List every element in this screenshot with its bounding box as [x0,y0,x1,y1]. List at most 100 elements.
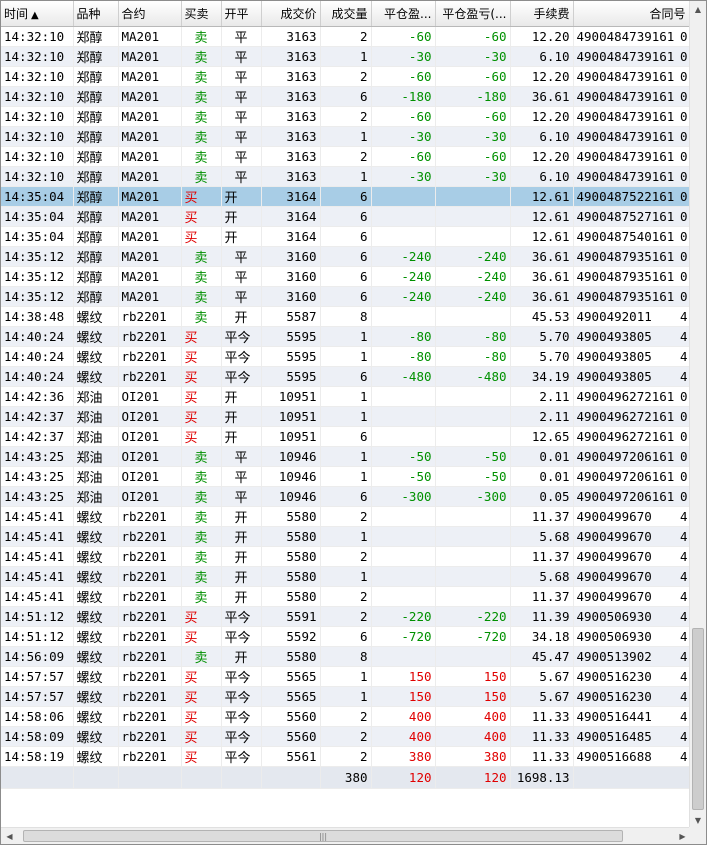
table-row[interactable]: 14:45:41 螺纹 rb2201 卖 开 5580 1 5.68 4900499670 4 [1,526,690,547]
cell-fee-value: 11.33 [531,748,570,764]
table-row[interactable]: 14:43:25 郑油 OI201 卖平 10946 6 -300 -300 0.05 49004… [1,486,690,507]
col-header-volume[interactable]: 成交量 [320,1,372,27]
col-header-product[interactable]: 品种 [73,1,119,27]
table-row[interactable]: 14:57:57 螺纹 rb2201 买平今 5565 1 150 150 5.67 490051… [1,666,690,687]
cell-volume: 1 [320,466,372,487]
table-row[interactable]: 14:35:12 郑醇 MA201 卖平 3160 6 -240 -240 36.61 49004… [1,266,690,287]
table-row[interactable]: 14:42:37 郑油 OI201 买开 10951 6 12.65 490049627216… [1,426,690,447]
cell-close-pnl2: -300 [435,486,511,507]
cell-close-pnl2 [435,186,511,207]
cell-price: 5591 [261,606,321,627]
cell-price-value: 3164 [286,208,317,224]
table-row[interactable]: 14:43:25 郑油 OI201 卖平 10946 1 -50 -50 0.01 4900497… [1,446,690,467]
col-header-offset[interactable]: 开平 [221,1,262,27]
horizontal-scrollbar[interactable]: ◀ ||| ▶ [1,827,691,844]
cell-time-value: 14:45:41 [4,568,65,584]
cell-price-value: 3163 [286,168,317,184]
cell-extra-value: 4 [679,668,688,684]
cell-direction: 卖 [181,146,222,167]
table-row[interactable]: 14:35:12 郑醇 MA201 卖平 3160 6 -240 -240 36.61 49004… [1,286,690,307]
table-row[interactable]: 14:45:41 螺纹 rb2201 卖 开 5580 1 5.68 4900499670 4 [1,566,690,587]
cell-time-value: 14:32:10 [4,88,65,104]
table-row[interactable]: 14:43:25 郑油 OI201 卖平 10946 1 -50 -50 0.01 4900497… [1,466,690,487]
table-row[interactable]: 14:35:04 郑醇 MA201 买开 3164 6 12.61 4900487527161… [1,206,690,227]
col-header-offset-label: 开平 [224,6,249,21]
scroll-up-button[interactable]: ▲ [690,1,706,18]
cell-time-value: 14:35:12 [4,288,65,304]
col-header-price[interactable]: 成交价 [261,1,321,27]
cell-direction-value: 卖 [194,590,208,606]
table-row[interactable]: 14:51:12 螺纹 rb2201 买平今 5591 2 -220 -220 11.39 490… [1,606,690,627]
table-row[interactable]: 14:45:41 螺纹 rb2201 卖 开 5580 2 11.37 4900499670 4 [1,506,690,527]
cell-fee: 2.11 [510,406,574,427]
cell-offset: 开 [221,406,262,427]
cell-extra-value: 4 [679,728,688,744]
cell-volume: 1 [320,326,372,347]
table-row[interactable]: 14:58:09 螺纹 rb2201 买平今 5560 2 400 400 11.33 49005… [1,726,690,747]
cell-contract-no: 4900487935161 0 [573,266,690,287]
cell-time: 14:57:57 [1,666,74,687]
cell-product: 郑醇 [73,246,119,267]
col-header-close-pnl[interactable]: 平仓盈... [371,1,436,27]
table-row[interactable]: 14:45:41 螺纹 rb2201 卖 开 5580 2 11.37 4900499670 4 [1,546,690,567]
col-header-fee[interactable]: 手续费 [510,1,574,27]
scroll-left-button[interactable]: ◀ [1,828,18,844]
table-row[interactable]: 14:32:10 郑醇 MA201 卖平 3163 6 -180 -180 36.61 49004… [1,86,690,107]
cell-extra-value: 0 [679,188,688,204]
table-row[interactable]: 14:32:10 郑醇 MA201 卖平 3163 2 -60 -60 12.20 4900484… [1,26,690,47]
cell-contract: rb2201 [118,706,182,727]
table-row[interactable]: 14:40:24 螺纹 rb2201 买平今 5595 1 -80 -80 5.70 490049… [1,346,690,367]
col-header-close-pnl-2[interactable]: 平仓盈亏(... [435,1,511,27]
cell-offset: 开 [221,426,262,447]
cell-contract-no: 4900487527161 0 [573,206,690,227]
table-row[interactable]: 14:45:41 螺纹 rb2201 卖 开 5580 2 11.37 4900499670 4 [1,586,690,607]
table-row[interactable]: 14:56:09 螺纹 rb2201 卖 开 5580 8 45.47 4900513902 4 [1,646,690,667]
table-row[interactable]: 14:32:10 郑醇 MA201 卖平 3163 1 -30 -30 6.10 49004847… [1,166,690,187]
horizontal-scroll-thumb[interactable]: ||| [23,830,623,842]
cell-contract-value: rb2201 [121,728,167,744]
table-row[interactable]: 14:42:37 郑油 OI201 买开 10951 1 2.11 4900496272161… [1,406,690,427]
cell-volume-value: 6 [359,268,368,284]
cell-time: 14:45:41 [1,506,74,527]
cell-contract-no: 4900487522161 0 [573,186,690,207]
cell-product: 螺纹 [73,586,119,607]
cell-contract-no-value: 4900487935161 [576,248,675,264]
col-header-fee-label: 手续费 [533,6,570,21]
table-row[interactable]: 14:57:57 螺纹 rb2201 买平今 5565 1 150 150 5.67 490051… [1,686,690,707]
cell-direction-value: 买 [184,330,198,346]
cell-contract-no-value: 4900492011 [576,308,652,324]
table-row[interactable]: 14:58:19 螺纹 rb2201 买平今 5561 2 380 380 11.33 49005… [1,746,690,767]
triangle-left-icon: ◀ [6,831,13,841]
cell-offset-value: 平 [234,110,248,126]
table-row[interactable]: 14:42:36 郑油 OI201 买开 10951 1 2.11 4900496272161… [1,386,690,407]
cell-close-pnl2-value: -720 [476,628,507,644]
cell-offset-value: 平 [234,70,248,86]
table-row[interactable]: 14:32:10 郑醇 MA201 卖平 3163 2 -60 -60 12.20 4900484… [1,106,690,127]
col-header-time[interactable]: 时间 ▲ [1,1,74,27]
table-row[interactable]: 14:32:10 郑醇 MA201 卖平 3163 2 -60 -60 12.20 4900484… [1,146,690,167]
cell-contract: MA201 [118,66,182,87]
col-header-contract-no[interactable]: 合同号 [573,1,690,27]
vertical-scrollbar[interactable]: ▲ ▼ [689,1,706,829]
cell-contract-no: 4900487935161 0 [573,246,690,267]
cell-contract-no: 4900516485 4 [573,726,690,747]
table-row[interactable]: 14:35:04 郑醇 MA201 买开 3164 6 12.61 4900487540161… [1,226,690,247]
table-row[interactable]: 14:38:48 螺纹 rb2201 卖 开 5587 8 45.53 4900492011 4 [1,306,690,327]
table-row[interactable]: 14:35:04 郑醇 MA201 买开 3164 6 12.61 4900487522161… [1,186,690,207]
table-row[interactable]: 14:40:24 螺纹 rb2201 买平今 5595 6 -480 -480 34.19 490… [1,366,690,387]
table-row[interactable]: 14:40:24 螺纹 rb2201 买平今 5595 1 -80 -80 5.70 490049… [1,326,690,347]
vertical-scroll-thumb[interactable] [692,628,704,810]
cell-volume-value: 2 [359,708,368,724]
cell-volume: 6 [320,426,372,447]
table-row[interactable]: 14:35:12 郑醇 MA201 卖平 3160 6 -240 -240 36.61 49004… [1,246,690,267]
table-row[interactable]: 14:32:10 郑醇 MA201 卖平 3163 2 -60 -60 12.20 4900484… [1,66,690,87]
col-header-contract[interactable]: 合约 [118,1,182,27]
table-row[interactable]: 14:51:12 螺纹 rb2201 买平今 5592 6 -720 -720 34.18 490… [1,626,690,647]
table-row[interactable]: 14:32:10 郑醇 MA201 卖平 3163 1 -30 -30 6.10 49004847… [1,46,690,67]
table-row[interactable]: 14:58:06 螺纹 rb2201 买平今 5560 2 400 400 11.33 49005… [1,706,690,727]
cell-contract: MA201 [118,226,182,247]
table-row[interactable]: 14:32:10 郑醇 MA201 卖平 3163 1 -30 -30 6.10 49004847… [1,126,690,147]
cell-extra-value: 0 [679,48,688,64]
cell-direction: 卖 [181,526,222,547]
col-header-direction[interactable]: 买卖 [181,1,222,27]
